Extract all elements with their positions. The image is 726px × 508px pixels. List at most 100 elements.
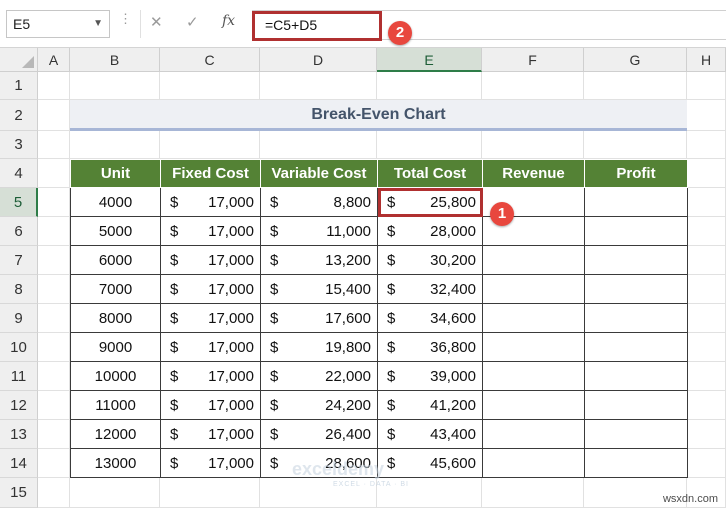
formula-highlight[interactable]: =C5+D5 <box>252 11 382 41</box>
column-header-f[interactable]: F <box>482 48 584 72</box>
cell-total-cost[interactable]: $45,600 <box>377 448 483 478</box>
cell-revenue[interactable] <box>482 419 585 449</box>
cell-revenue[interactable] <box>482 361 585 391</box>
cell-fixed-cost[interactable]: $17,000 <box>160 303 261 333</box>
sheet-title[interactable]: Break-Even Chart <box>70 100 687 131</box>
cell-fixed-cost[interactable]: $17,000 <box>160 390 261 420</box>
cell-unit[interactable]: 5000 <box>70 216 161 246</box>
formula-text: =C5+D5 <box>265 17 318 33</box>
cell-profit[interactable] <box>584 361 688 391</box>
cell-unit[interactable]: 12000 <box>70 419 161 449</box>
cell-variable-cost[interactable]: $13,200 <box>260 245 378 275</box>
cell-unit[interactable]: 9000 <box>70 332 161 362</box>
cell-value: 43,400 <box>430 425 476 443</box>
cell-unit[interactable]: 10000 <box>70 361 161 391</box>
row-header-10[interactable]: 10 <box>0 333 38 362</box>
cell-value: 28,000 <box>430 222 476 240</box>
cell-total-cost[interactable]: $32,400 <box>377 274 483 304</box>
cell-profit[interactable] <box>584 390 688 420</box>
name-box[interactable]: E5 ▼ <box>6 10 110 38</box>
cell-variable-cost[interactable]: $24,200 <box>260 390 378 420</box>
cell-variable-cost[interactable]: $11,000 <box>260 216 378 246</box>
cancel-icon[interactable]: ✕ <box>150 13 163 31</box>
cell-revenue[interactable] <box>482 332 585 362</box>
select-all-button[interactable] <box>0 48 38 72</box>
cell-revenue[interactable] <box>482 274 585 304</box>
cell-fixed-cost[interactable]: $17,000 <box>160 187 261 217</box>
header-unit[interactable]: Unit <box>70 159 161 188</box>
row-header-2[interactable]: 2 <box>0 100 38 131</box>
header-total-cost[interactable]: Total Cost <box>377 159 483 188</box>
cell-profit[interactable] <box>584 187 688 217</box>
row-header-6[interactable]: 6 <box>0 217 38 246</box>
cell-profit[interactable] <box>584 303 688 333</box>
row-header-7[interactable]: 7 <box>0 246 38 275</box>
cell-profit[interactable] <box>584 448 688 478</box>
cell-total-cost[interactable]: $43,400 <box>377 419 483 449</box>
cell-unit[interactable]: 8000 <box>70 303 161 333</box>
column-header-e[interactable]: E <box>377 48 482 72</box>
chevron-down-icon[interactable]: ▼ <box>93 18 103 29</box>
header-profit[interactable]: Profit <box>584 159 688 188</box>
column-header-g[interactable]: G <box>584 48 687 72</box>
insert-function-icon[interactable]: fx <box>222 13 235 29</box>
cell-variable-cost[interactable]: $15,400 <box>260 274 378 304</box>
row-header-1[interactable]: 1 <box>0 72 38 100</box>
column-header-c[interactable]: C <box>160 48 260 72</box>
cell-fixed-cost[interactable]: $17,000 <box>160 332 261 362</box>
row-header-4[interactable]: 4 <box>0 159 38 188</box>
cell-fixed-cost[interactable]: $17,000 <box>160 448 261 478</box>
cell-unit[interactable]: 7000 <box>70 274 161 304</box>
cell-total-cost[interactable]: $30,200 <box>377 245 483 275</box>
cell-revenue[interactable] <box>482 390 585 420</box>
header-fixed-cost[interactable]: Fixed Cost <box>160 159 261 188</box>
cell-variable-cost[interactable]: $19,800 <box>260 332 378 362</box>
row-header-15[interactable]: 15 <box>0 478 38 508</box>
cell-total-cost[interactable]: $41,200 <box>377 390 483 420</box>
cell-profit[interactable] <box>584 419 688 449</box>
column-header-a[interactable]: A <box>38 48 70 72</box>
row-header-3[interactable]: 3 <box>0 131 38 159</box>
cell-revenue[interactable] <box>482 245 585 275</box>
cell-revenue[interactable] <box>482 448 585 478</box>
cell-fixed-cost[interactable]: $17,000 <box>160 274 261 304</box>
cell-variable-cost[interactable]: $8,800 <box>260 187 378 217</box>
cell-variable-cost[interactable]: $17,600 <box>260 303 378 333</box>
row-header-5[interactable]: 5 <box>0 188 38 217</box>
cell-unit[interactable]: 11000 <box>70 390 161 420</box>
column-header-h[interactable]: H <box>687 48 726 72</box>
cell-revenue[interactable] <box>482 303 585 333</box>
row-header-11[interactable]: 11 <box>0 362 38 391</box>
header-variable-cost[interactable]: Variable Cost <box>260 159 378 188</box>
cell-profit[interactable] <box>584 216 688 246</box>
cell-fixed-cost[interactable]: $17,000 <box>160 216 261 246</box>
active-cell-total-cost[interactable]: $25,800 <box>377 187 483 217</box>
row-header-13[interactable]: 13 <box>0 420 38 449</box>
cell-variable-cost[interactable]: $26,400 <box>260 419 378 449</box>
cell-unit[interactable]: 4000 <box>70 187 161 217</box>
row-header-9[interactable]: 9 <box>0 304 38 333</box>
header-revenue[interactable]: Revenue <box>482 159 585 188</box>
column-header-b[interactable]: B <box>70 48 160 72</box>
cell-fixed-cost[interactable]: $17,000 <box>160 419 261 449</box>
cell-profit[interactable] <box>584 274 688 304</box>
cell-variable-cost[interactable]: $22,000 <box>260 361 378 391</box>
cell-total-cost[interactable]: $28,000 <box>377 216 483 246</box>
currency-symbol: $ <box>270 309 279 327</box>
more-options-icon[interactable]: ⋮ <box>119 12 132 25</box>
cell-total-cost[interactable]: $36,800 <box>377 332 483 362</box>
cell-total-cost[interactable]: $39,000 <box>377 361 483 391</box>
cell-profit[interactable] <box>584 245 688 275</box>
cell-total-cost[interactable]: $34,600 <box>377 303 483 333</box>
row-header-8[interactable]: 8 <box>0 275 38 304</box>
cell-unit[interactable]: 13000 <box>70 448 161 478</box>
currency-symbol: $ <box>387 396 396 414</box>
enter-icon[interactable]: ✓ <box>186 13 199 31</box>
cell-fixed-cost[interactable]: $17,000 <box>160 245 261 275</box>
cell-unit[interactable]: 6000 <box>70 245 161 275</box>
row-header-12[interactable]: 12 <box>0 391 38 420</box>
cell-fixed-cost[interactable]: $17,000 <box>160 361 261 391</box>
row-header-14[interactable]: 14 <box>0 449 38 478</box>
cell-profit[interactable] <box>584 332 688 362</box>
column-header-d[interactable]: D <box>260 48 377 72</box>
